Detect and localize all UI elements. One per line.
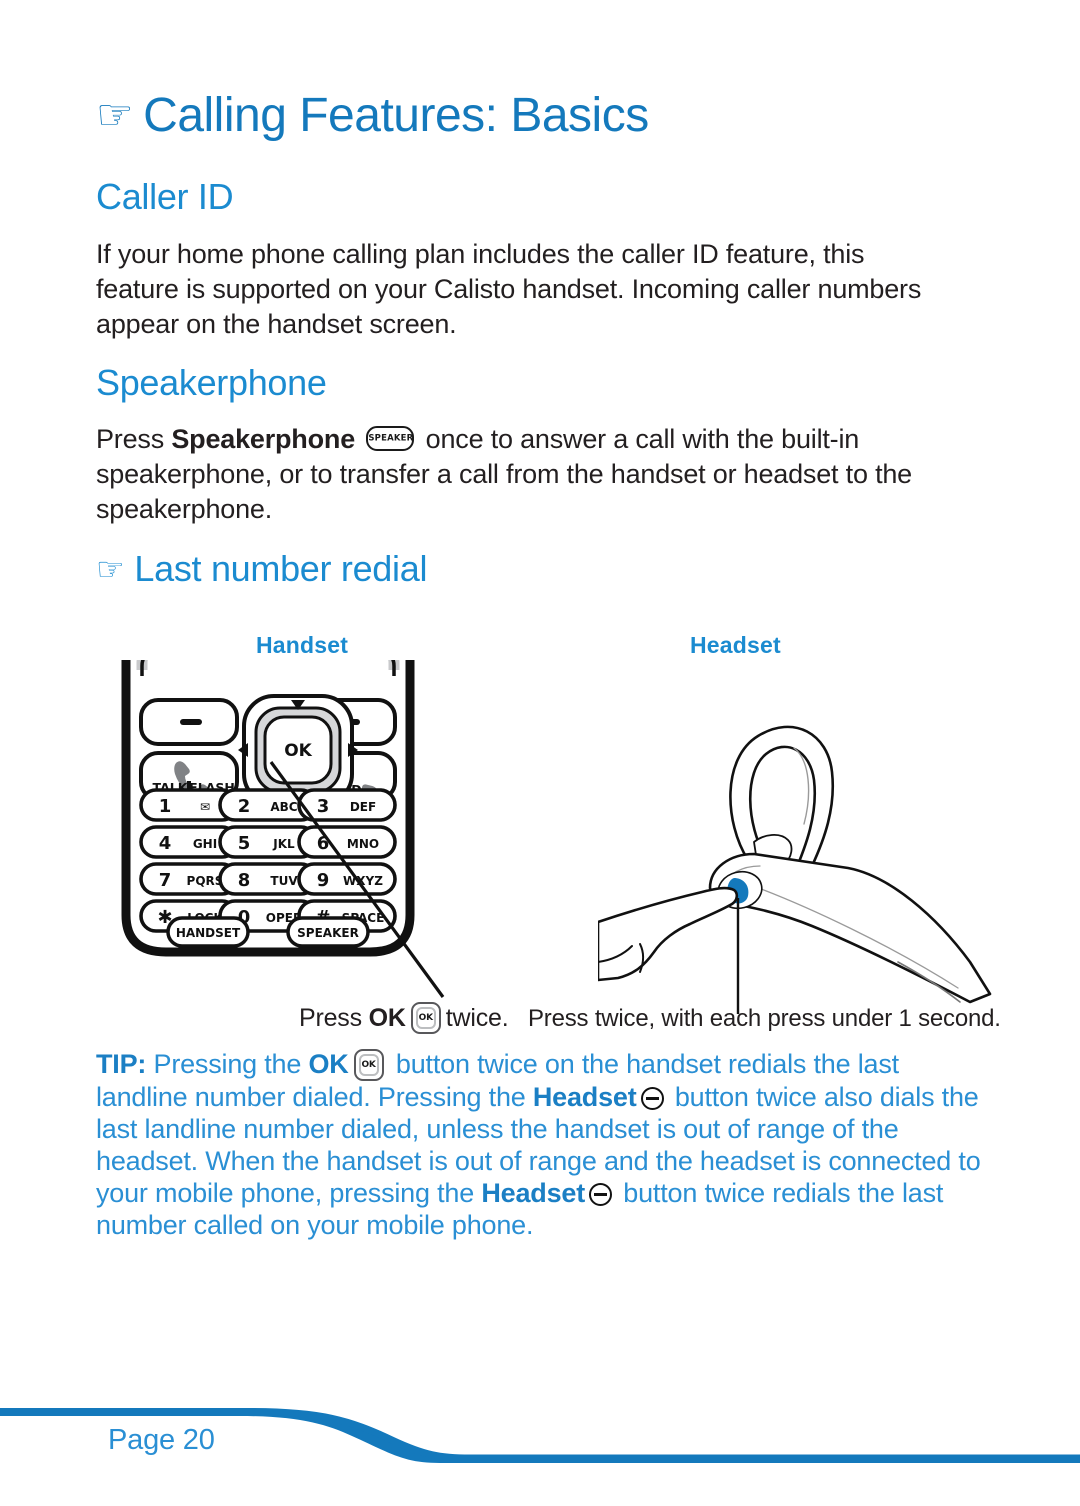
handset-caption-bold: OK [368, 1004, 406, 1032]
ok-key-icon: OK [410, 1002, 441, 1034]
tip-label: TIP: [96, 1049, 147, 1079]
handset-caption: Press OK OK twice. [299, 1002, 509, 1034]
headset-key-icon [589, 1183, 612, 1206]
handset-caption-rest: twice. [445, 1004, 509, 1032]
page-number: Page 20 [108, 1424, 215, 1456]
ok-key-icon: OK [353, 1049, 384, 1081]
handset-caption-lead: Press [299, 1004, 362, 1032]
tip-paragraph: TIP: Pressing the OK OK button twice on t… [96, 1048, 986, 1241]
callout-leader-lines [269, 761, 445, 998]
manual-page: ☞ Calling Features: Basics Caller ID If y… [0, 0, 1080, 1506]
headset-key-icon [640, 1087, 664, 1110]
tip-bold-ok: OK [308, 1049, 349, 1079]
tip-text-1: Pressing the [146, 1049, 309, 1079]
tip-bold-headset-2: Headset [481, 1178, 585, 1208]
tip-bold-headset-1: Headset [532, 1082, 637, 1112]
headset-caption: Press twice, with each press under 1 sec… [528, 1005, 1001, 1032]
